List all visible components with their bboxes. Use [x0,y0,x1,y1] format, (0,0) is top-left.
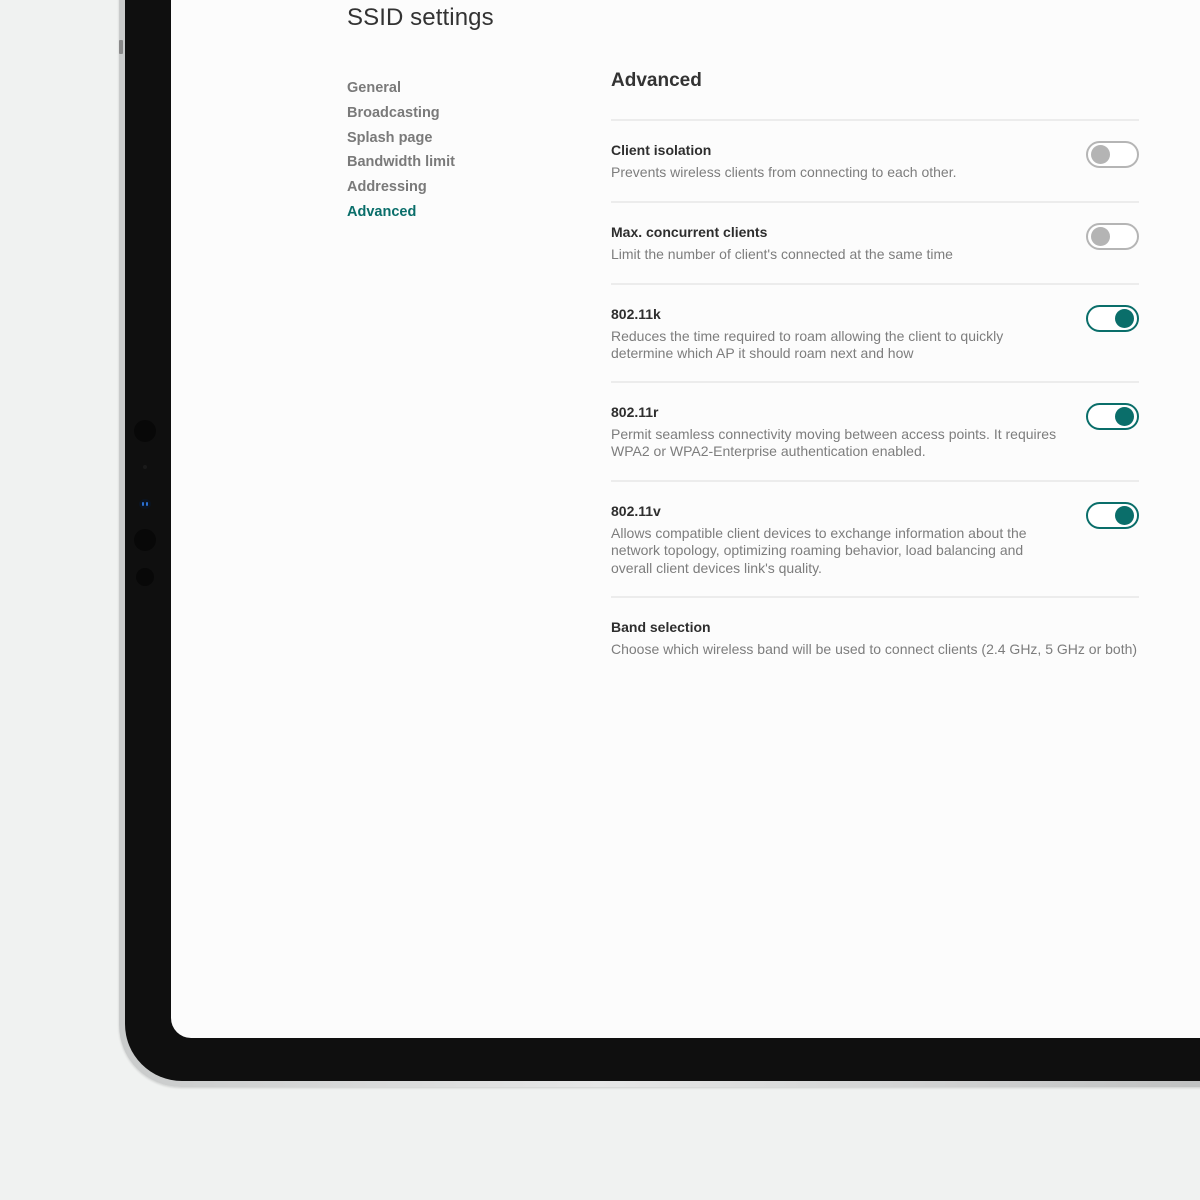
nav-item-advanced[interactable]: Advanced [347,200,455,225]
setting-label: Client isolation [611,142,712,158]
setting-80211v: 802.11v Allows compatible client devices… [611,480,1139,596]
page-title: SSID settings [347,4,494,31]
setting-band-selection[interactable]: Band selection Choose which wireless ban… [611,596,1139,686]
settings-page: SSID settings General Broadcasting Splas… [171,0,1200,1038]
device-side-button [119,40,123,54]
setting-description: Limit the number of client's connected a… [611,246,953,262]
setting-80211r: 802.11r Permit seamless connectivity mov… [611,381,1139,480]
toggle-knob [1115,309,1134,328]
device-screen: SSID settings General Broadcasting Splas… [171,0,1200,1038]
max-concurrent-clients-toggle[interactable] [1086,223,1139,250]
setting-80211k: 802.11k Reduces the time required to roa… [611,283,1139,381]
section-title: Advanced [611,70,702,91]
toggle-knob [1091,145,1110,164]
client-isolation-toggle[interactable] [1086,141,1139,168]
toggle-knob [1115,506,1134,525]
toggle-knob [1091,227,1110,246]
setting-max-concurrent-clients: Max. concurrent clients Limit the number… [611,201,1139,283]
nav-item-splash-page[interactable]: Splash page [347,126,455,151]
setting-description: Allows compatible client devices to exch… [611,525,1027,576]
setting-description: Choose which wireless band will be used … [611,641,1138,657]
nav-item-general[interactable]: General [347,76,455,101]
face-id-sensor-icon [134,529,156,551]
setting-label: Max. concurrent clients [611,224,768,240]
nav-item-bandwidth-limit[interactable]: Bandwidth limit [347,150,455,175]
settings-side-nav: General Broadcasting Splash page Bandwid… [347,76,455,225]
setting-label: 802.11v [611,503,661,519]
proximity-sensor-icon [136,568,154,586]
setting-label: 802.11k [611,306,661,322]
80211k-toggle[interactable] [1086,305,1139,332]
ambient-sensor-icon [143,465,147,469]
camera-sensor-icon [134,420,156,442]
setting-description: Permit seamless connectivity moving betw… [611,426,1057,460]
front-camera-icon [139,499,151,509]
setting-label: Band selection [611,619,711,635]
80211v-toggle[interactable] [1086,502,1139,529]
80211r-toggle[interactable] [1086,403,1139,430]
setting-label: 802.11r [611,404,659,420]
nav-item-addressing[interactable]: Addressing [347,175,455,200]
setting-description: Reduces the time required to roam allowi… [611,328,1004,362]
setting-description: Prevents wireless clients from connectin… [611,164,957,180]
nav-item-broadcasting[interactable]: Broadcasting [347,101,455,126]
advanced-settings-panel: Advanced Client isolation Prevents wirel… [611,66,1139,686]
setting-client-isolation: Client isolation Prevents wireless clien… [611,119,1139,201]
toggle-knob [1115,407,1134,426]
